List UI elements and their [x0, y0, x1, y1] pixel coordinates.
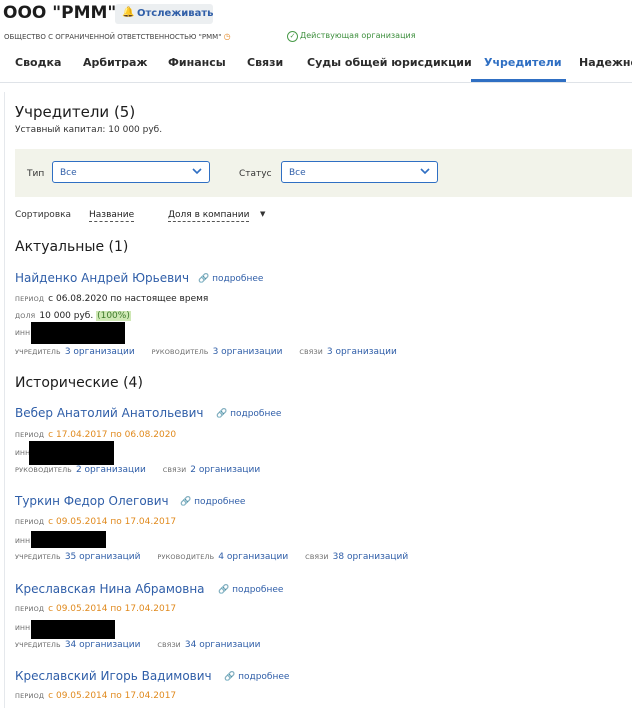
more-link[interactable]: 🔗 подробнее	[224, 672, 289, 682]
chevron-down-icon	[420, 168, 430, 175]
person-name[interactable]: Креславский Игорь Вадимович	[15, 669, 212, 683]
follow-button[interactable]: 🔔 Отслеживать	[115, 4, 213, 24]
link-icon: 🔗	[224, 672, 236, 682]
links-link[interactable]: 38 организаций	[333, 552, 409, 562]
status-select[interactable]: Все	[281, 161, 438, 183]
type-select-value: Все	[60, 168, 77, 178]
share-percent: (100%)	[96, 311, 131, 321]
capital-text: Уставный капитал: 10 000 руб.	[15, 125, 163, 135]
tab-courts[interactable]: Суды общей юрисдикции	[307, 56, 472, 69]
tab-bar: Сводка Арбитраж Финансы Связи Суды общей…	[0, 46, 632, 83]
period-row: ПЕРИОД с 17.04.2017 по 06.08.2020	[15, 430, 177, 440]
tab-reliability[interactable]: Надежно	[579, 56, 632, 69]
sort-bar: Сортировка Название Доля в компании ▼	[15, 210, 265, 222]
status-text: Действующая организация	[300, 31, 416, 40]
period-row: ПЕРИОД с 06.08.2020 по настоящее время	[15, 294, 209, 304]
more-link[interactable]: 🔗 подробнее	[198, 274, 263, 284]
person-name[interactable]: Туркин Федор Олегович	[15, 494, 169, 508]
caret-down-icon[interactable]: ▼	[260, 210, 265, 218]
tab-links[interactable]: Связи	[247, 56, 283, 69]
type-select[interactable]: Все	[52, 161, 210, 183]
share-row: ДОЛЯ 10 000 руб. (100%)	[15, 311, 131, 321]
relations-row: УЧРЕДИТЕЛЬ 3 организации РУКОВОДИТЕЛЬ 3 ор…	[15, 347, 397, 357]
period-row: ПЕРИОД с 09.05.2014 по 17.04.2017	[15, 517, 177, 527]
link-icon: 🔗	[216, 409, 228, 419]
link-icon: 🔗	[180, 497, 192, 507]
company-full-name: ОБЩЕСТВО С ОГРАНИЧЕННОЙ ОТВЕТСТВЕННОСТЬЮ…	[4, 32, 231, 41]
follow-button-label: Отслеживать	[137, 8, 214, 19]
company-title: ООО "РММ"	[3, 3, 117, 23]
active-tab-indicator	[471, 79, 566, 82]
clock-icon[interactable]: ◷	[224, 32, 231, 41]
company-full-name-text: ОБЩЕСТВО С ОГРАНИЧЕННОЙ ОТВЕТСТВЕННОСТЬЮ…	[4, 33, 222, 41]
filter-bar: Тип Все Статус Все	[15, 149, 632, 197]
head-link[interactable]: 4 организации	[218, 552, 288, 562]
link-icon: 🔗	[198, 274, 210, 284]
redacted-inn	[31, 322, 125, 344]
more-link[interactable]: 🔗 подробнее	[218, 585, 283, 595]
founder-link[interactable]: 35 организаций	[65, 552, 141, 562]
sort-by-share[interactable]: Доля в компании	[168, 210, 250, 222]
chevron-down-icon	[192, 168, 202, 175]
status-badge: ✓ Действующая организация	[287, 31, 416, 42]
tab-founders[interactable]: Учредители	[484, 56, 562, 69]
founder-link[interactable]: 3 организации	[65, 347, 135, 357]
relations-row: УЧРЕДИТЕЛЬ 34 организации СВЯЗИ 34 организ…	[15, 640, 261, 650]
page-title: Учредители (5)	[15, 103, 136, 121]
status-select-value: Все	[289, 168, 306, 178]
sort-label: Сортировка	[15, 210, 72, 220]
tab-arbitration[interactable]: Арбитраж	[83, 56, 147, 69]
redacted-inn	[29, 441, 114, 465]
head-link[interactable]: 3 организации	[213, 347, 283, 357]
links-link[interactable]: 2 организации	[190, 465, 260, 475]
links-link[interactable]: 34 организации	[185, 640, 261, 650]
bell-icon: 🔔	[122, 7, 135, 18]
redacted-inn	[31, 620, 115, 639]
head-link[interactable]: 2 организации	[76, 465, 146, 475]
historic-section-title: Исторические (4)	[15, 375, 143, 391]
relations-row: РУКОВОДИТЕЛЬ 2 организации СВЯЗИ 2 организ…	[15, 465, 261, 475]
period-row: ПЕРИОД с 09.05.2014 по 17.04.2017	[15, 691, 177, 701]
status-label: Статус	[239, 169, 272, 179]
link-icon: 🔗	[218, 585, 230, 595]
more-link[interactable]: 🔗 подробнее	[216, 409, 281, 419]
links-link[interactable]: 3 организации	[327, 347, 397, 357]
person-name[interactable]: Креславская Нина Абрамовна	[15, 582, 205, 596]
tab-finance[interactable]: Финансы	[168, 56, 226, 69]
check-icon: ✓	[287, 31, 298, 42]
more-link[interactable]: 🔗 подробнее	[180, 497, 245, 507]
founder-link[interactable]: 34 организации	[65, 640, 141, 650]
type-label: Тип	[27, 169, 45, 179]
tab-summary[interactable]: Сводка	[15, 56, 61, 69]
person-name[interactable]: Вебер Анатолий Анатольевич	[15, 406, 203, 420]
relations-row: УЧРЕДИТЕЛЬ 35 организаций РУКОВОДИТЕЛЬ 4 о…	[15, 552, 409, 562]
person-name[interactable]: Найденко Андрей Юрьевич	[15, 271, 189, 285]
sort-by-name[interactable]: Название	[89, 210, 135, 222]
current-section-title: Актуальные (1)	[15, 239, 129, 255]
redacted-inn	[31, 531, 106, 548]
period-row: ПЕРИОД с 09.05.2014 по 17.04.2017	[15, 604, 177, 614]
